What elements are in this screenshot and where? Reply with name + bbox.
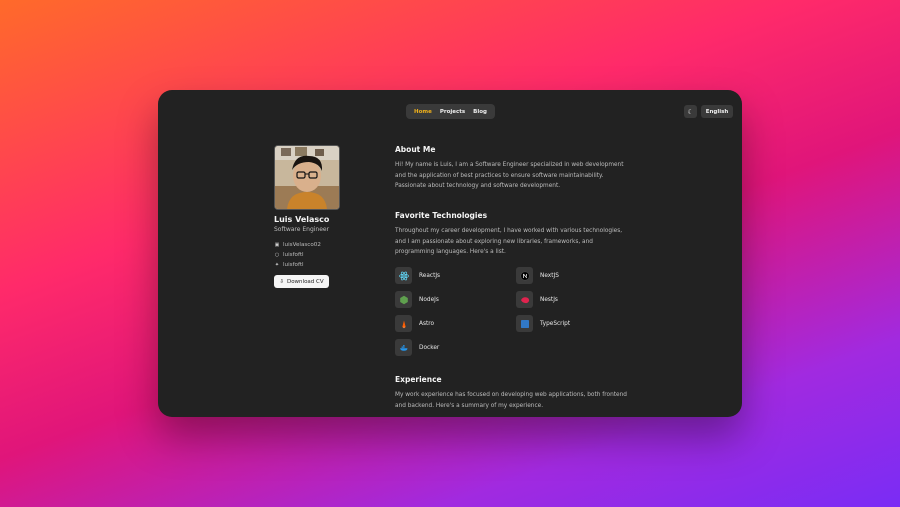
linkedin-icon: ▣: [274, 242, 280, 248]
github-link[interactable]: ○ luisfoftl: [274, 252, 304, 258]
avatar: [274, 145, 340, 210]
twitter-handle: luisfoftl: [283, 262, 304, 268]
moon-icon: ☾: [687, 107, 694, 116]
github-handle: luisfoftl: [283, 252, 304, 258]
nextjs-icon: [516, 267, 533, 284]
tech-label: NestJs: [540, 296, 558, 303]
about-title: About Me: [395, 145, 436, 154]
linkedin-link[interactable]: ▣ luisVelasco02: [274, 242, 321, 248]
nav-projects[interactable]: Projects: [440, 109, 465, 115]
tech-item-docker: Docker: [395, 339, 439, 356]
tech-item-nodejs: NodeJs: [395, 291, 439, 308]
react-icon: [395, 267, 412, 284]
download-cv-button[interactable]: ⇩ Download CV: [274, 275, 329, 288]
tech-item-astro: Astro: [395, 315, 434, 332]
github-icon: ○: [274, 252, 280, 258]
profile-name: Luis Velasco: [274, 215, 330, 224]
download-icon: ⇩: [279, 278, 284, 285]
typescript-icon: [516, 315, 533, 332]
twitter-icon: ✦: [274, 262, 280, 268]
tech-label: Astro: [419, 320, 435, 327]
profile-role: Software Engineer: [274, 226, 330, 233]
technologies-title: Favorite Technologies: [395, 211, 488, 220]
about-text: Hi! My name is Luis, I am a Software Eng…: [395, 162, 624, 189]
top-nav: Home Projects Blog: [406, 104, 495, 119]
language-button[interactable]: English: [701, 105, 733, 118]
nestjs-icon: [516, 291, 533, 308]
experience-text: My work experience has focused on develo…: [395, 392, 627, 409]
tech-item-nestjs: NestJs: [516, 291, 558, 308]
tech-label: Docker: [419, 344, 440, 351]
nav-home[interactable]: Home: [414, 109, 432, 115]
theme-toggle-button[interactable]: ☾: [684, 105, 697, 118]
portfolio-window: Home Projects Blog ☾ English Luis Velasc…: [158, 90, 742, 417]
technologies-text: Throughout my career development, I have…: [395, 228, 623, 255]
tech-label: TypeScript: [540, 320, 571, 327]
nav-blog[interactable]: Blog: [473, 109, 487, 115]
docker-icon: [395, 339, 412, 356]
astro-icon: [395, 315, 412, 332]
tech-item-nextjs: NextJS: [516, 267, 559, 284]
tech-item-typescript: TypeScript: [516, 315, 570, 332]
experience-title: Experience: [395, 375, 442, 384]
download-cv-label: Download CV: [286, 278, 324, 285]
tech-label: NodeJs: [419, 296, 439, 303]
tech-item-reactjs: ReactJs: [395, 267, 440, 284]
tech-label: NextJS: [540, 272, 559, 279]
tech-label: ReactJs: [419, 272, 441, 279]
twitter-link[interactable]: ✦ luisfoftl: [274, 262, 304, 268]
linkedin-handle: luisVelasco02: [283, 242, 321, 248]
nodejs-icon: [395, 291, 412, 308]
